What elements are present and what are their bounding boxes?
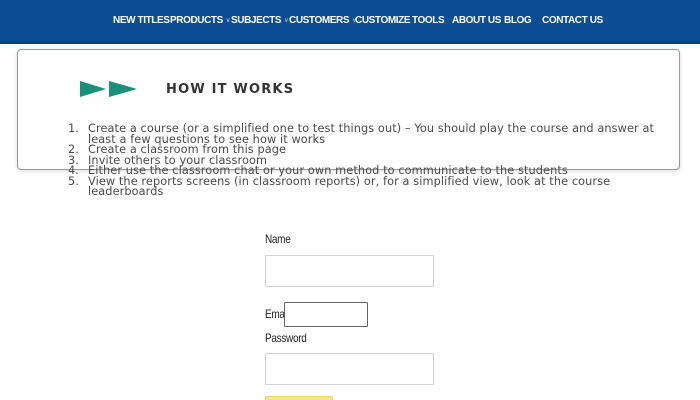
- step-number: 1.: [68, 122, 79, 135]
- nav-item-customers[interactable]: CUSTOMERS ∨: [289, 15, 357, 26]
- nav-item-label: NEW TITLES: [113, 15, 170, 26]
- nav-item-label: BLOG: [504, 15, 532, 26]
- top-navbar: NEW TITLES PRODUCTS ∨ SUBJECTS ∨ CUSTOMERS ∨ CU…: [0, 0, 700, 44]
- nav-item-label: ABOUT US: [452, 15, 502, 26]
- step-item: 1. Create a course (or a simplified one t…: [68, 122, 658, 146]
- nav-item-about-us[interactable]: ABOUT US: [452, 15, 501, 26]
- password-input[interactable]: [265, 353, 434, 385]
- nav-item-label: CUSTOMERS: [289, 15, 350, 26]
- nav-item-blog[interactable]: BLOG: [504, 15, 532, 26]
- nav-item-subjects[interactable]: SUBJECTS ∨: [231, 15, 289, 26]
- how-it-works-steps: 1. Create a course (or a simplified one t…: [68, 122, 658, 198]
- nav-item-label: PRODUCTS: [170, 15, 223, 26]
- name-input[interactable]: [265, 255, 434, 287]
- nav-item-contact-us[interactable]: CONTACT US: [542, 15, 603, 26]
- how-it-works-title: HOW IT WORKS: [166, 82, 295, 97]
- password-label: Password: [265, 333, 307, 346]
- chevron-down-icon: ∨: [225, 18, 230, 24]
- nav-item-label: CUSTOMIZE: [355, 15, 411, 26]
- nav-item-customize[interactable]: CUSTOMIZE: [355, 15, 411, 26]
- nav-item-new-titles[interactable]: NEW TITLES: [113, 15, 170, 26]
- name-label: Name: [265, 234, 291, 247]
- nav-item-label: CONTACT US: [542, 15, 603, 26]
- step-item: 5. View the reports screens (in classroom…: [68, 174, 658, 198]
- step-text: View the reports screens (in classroom r…: [88, 174, 611, 198]
- step-text: Create a course (or a simplified one to …: [88, 122, 655, 146]
- nav-item-label: SUBJECTS: [231, 15, 282, 26]
- nav-item-tools[interactable]: TOOLS: [412, 15, 445, 26]
- nav-item-products[interactable]: PRODUCTS ∨: [170, 15, 230, 26]
- nav-item-label: TOOLS: [412, 15, 445, 26]
- email-input[interactable]: [284, 302, 368, 327]
- step-number: 5.: [68, 174, 79, 188]
- submit-button[interactable]: [265, 396, 333, 400]
- double-arrow-icon: [80, 81, 137, 97]
- chevron-down-icon: ∨: [284, 18, 289, 24]
